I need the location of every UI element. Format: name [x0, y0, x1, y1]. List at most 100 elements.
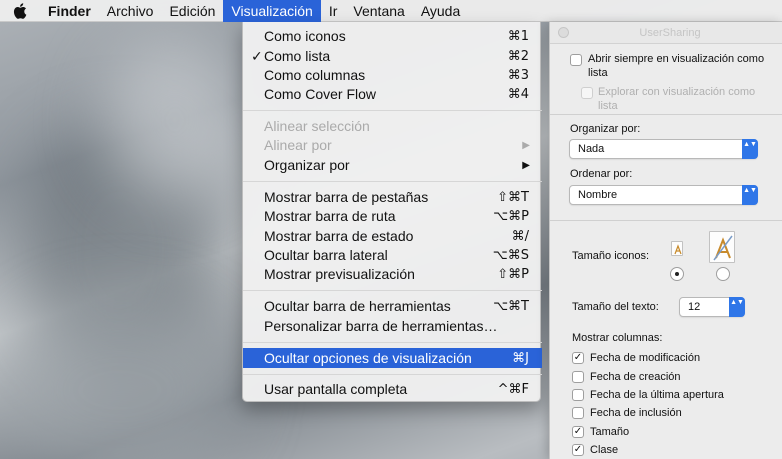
column-fecha-ultima-apertura-checkbox[interactable] — [572, 389, 584, 401]
menu-item-label: Como iconos — [264, 28, 346, 44]
menu-item-mostrar-barra-pestanas[interactable]: Mostrar barra de pestañas ⇧⌘T — [243, 187, 542, 207]
menu-item-personalizar-barra-herramientas[interactable]: Personalizar barra de herramientas… — [243, 316, 542, 336]
browse-list-checkbox — [581, 87, 593, 99]
menu-separator — [243, 181, 542, 182]
menu-ir[interactable]: Ir — [321, 0, 346, 22]
menu-item-ocultar-opciones-visualizacion[interactable]: Ocultar opciones de visualización ⌘J — [243, 348, 542, 368]
menu-item-label: Ocultar barra de herramientas — [264, 298, 451, 314]
organize-by-select[interactable]: Nada ▲▼ — [569, 139, 758, 159]
menu-item-label: Como columnas — [264, 67, 366, 83]
desktop-wallpaper-shape — [100, 40, 250, 200]
icon-size-label: Tamaño iconos: — [572, 250, 650, 262]
checkmark-icon: ✓ — [573, 352, 583, 363]
menu-item-shortcut: ⇧⌘T — [497, 189, 529, 205]
menu-item-shortcut: ⌘4 — [507, 86, 529, 102]
desktop-wallpaper-shape — [0, 300, 240, 459]
menu-item-como-columnas[interactable]: Como columnas ⌘3 — [243, 65, 542, 85]
menu-item-label: Como Cover Flow — [264, 86, 377, 102]
small-file-icon — [671, 241, 683, 256]
menu-item-label: Mostrar previsualización — [264, 266, 415, 282]
menu-item-usar-pantalla-completa[interactable]: Usar pantalla completa ^⌘F — [243, 379, 542, 399]
apple-menu[interactable] — [0, 0, 40, 22]
menu-item-ocultar-barra-lateral[interactable]: Ocultar barra lateral ⌥⌘S — [243, 245, 542, 265]
menu-item-shortcut: ⌘1 — [507, 28, 529, 44]
column-fecha-creacion-checkbox[interactable] — [572, 371, 584, 383]
menu-item-alinear-por: Alinear por ▶ — [243, 135, 542, 155]
text-size-select[interactable]: 12 ▲▼ — [679, 297, 745, 317]
close-button[interactable] — [558, 27, 569, 38]
menu-item-shortcut: ⌥⌘P — [493, 208, 529, 224]
checkmark-icon: ✓ — [573, 444, 583, 455]
menu-item-label: Alinear por — [264, 137, 332, 153]
sort-by-select[interactable]: Nombre ▲▼ — [569, 185, 758, 205]
menu-item-como-cover-flow[interactable]: Como Cover Flow ⌘4 — [243, 84, 542, 104]
radio-selected-dot — [675, 272, 679, 276]
menu-separator — [243, 110, 542, 111]
menu-ayuda[interactable]: Ayuda — [413, 0, 468, 22]
organize-by-value: Nada — [578, 143, 605, 155]
sort-by-value: Nombre — [578, 189, 618, 201]
column-clase-checkbox[interactable]: ✓ — [572, 444, 584, 456]
menu-separator — [243, 290, 542, 291]
select-stepper-icon: ▲▼ — [742, 185, 758, 205]
menu-item-como-lista[interactable]: ✓ Como lista ⌘2 — [243, 46, 542, 66]
menu-item-shortcut: ⌘J — [512, 350, 529, 366]
visualizacion-dropdown-menu: Como iconos ⌘1 ✓ Como lista ⌘2 Como colu… — [242, 22, 542, 402]
show-columns-label: Mostrar columnas: — [572, 332, 663, 344]
menu-bar: Finder Archivo Edición Visualización Ir … — [0, 0, 782, 22]
menu-item-label: Ocultar barra lateral — [264, 247, 388, 263]
menu-item-mostrar-barra-ruta[interactable]: Mostrar barra de ruta ⌥⌘P — [243, 206, 542, 226]
column-tamano-checkbox[interactable]: ✓ — [572, 426, 584, 438]
menu-item-alinear-seleccion: Alinear selección — [243, 116, 542, 136]
menu-archivo[interactable]: Archivo — [99, 0, 162, 22]
menu-item-mostrar-previsualizacion[interactable]: Mostrar previsualización ⇧⌘P — [243, 264, 542, 284]
menu-item-organizar-por[interactable]: Organizar por ▶ — [243, 155, 542, 175]
menu-item-label: Mostrar barra de pestañas — [264, 189, 429, 205]
column-tamano-label: Tamaño — [590, 426, 630, 438]
column-fecha-inclusion-checkbox[interactable] — [572, 407, 584, 419]
icon-size-small-radio[interactable] — [670, 267, 684, 281]
panel-titlebar: UserSharing — [550, 22, 782, 44]
menu-item-label: Organizar por — [264, 157, 350, 173]
menu-item-mostrar-barra-estado[interactable]: Mostrar barra de estado ⌘/ — [243, 226, 542, 246]
menu-item-shortcut: ⌥⌘S — [492, 247, 529, 263]
panel-title: UserSharing — [639, 27, 701, 39]
column-fecha-modificacion-checkbox[interactable]: ✓ — [572, 352, 584, 364]
always-open-list-checkbox[interactable] — [570, 54, 582, 66]
menu-finder[interactable]: Finder — [40, 0, 99, 22]
select-stepper-icon: ▲▼ — [729, 297, 745, 317]
menu-separator — [243, 374, 542, 375]
menu-item-label: Como lista — [264, 48, 331, 64]
column-fecha-creacion-label: Fecha de creación — [590, 371, 681, 383]
menu-visualizacion[interactable]: Visualización — [223, 0, 321, 22]
submenu-arrow-icon: ▶ — [522, 139, 530, 151]
select-stepper-icon: ▲▼ — [742, 139, 758, 159]
always-open-list-label: Abrir siempre en visualización como list… — [588, 53, 765, 79]
column-fecha-modificacion-label: Fecha de modificación — [590, 352, 701, 364]
text-size-label: Tamaño del texto: — [572, 301, 659, 313]
column-fecha-inclusion-label: Fecha de inclusión — [590, 407, 682, 419]
browse-list-label: Explorar con visualización como lista — [598, 86, 756, 112]
panel-separator — [550, 114, 782, 115]
column-fecha-ultima-apertura-label: Fecha de la última apertura — [590, 389, 724, 401]
menu-ventana[interactable]: Ventana — [345, 0, 412, 22]
menu-item-label: Usar pantalla completa — [264, 381, 408, 397]
submenu-arrow-icon: ▶ — [522, 159, 530, 171]
menu-item-label: Alinear selección — [264, 118, 370, 134]
sort-by-label: Ordenar por: — [570, 168, 633, 180]
menu-item-shortcut: ⌘3 — [507, 67, 529, 83]
menu-item-label: Mostrar barra de ruta — [264, 208, 396, 224]
menu-item-label: Ocultar opciones de visualización — [264, 350, 472, 366]
menu-item-ocultar-barra-herramientas[interactable]: Ocultar barra de herramientas ⌥⌘T — [243, 296, 542, 316]
menu-item-shortcut: ⌘/ — [511, 228, 529, 244]
column-clase-label: Clase — [590, 444, 619, 456]
icon-size-large-radio[interactable] — [716, 267, 730, 281]
panel-separator — [550, 220, 782, 221]
menu-item-shortcut: ^⌘F — [497, 381, 529, 397]
menu-edicion[interactable]: Edición — [161, 0, 223, 22]
organize-by-label: Organizar por: — [570, 123, 641, 135]
menu-item-shortcut: ⇧⌘P — [497, 266, 529, 282]
menu-item-como-iconos[interactable]: Como iconos ⌘1 — [243, 26, 542, 46]
text-size-value: 12 — [688, 301, 701, 313]
large-file-icon — [709, 231, 735, 263]
